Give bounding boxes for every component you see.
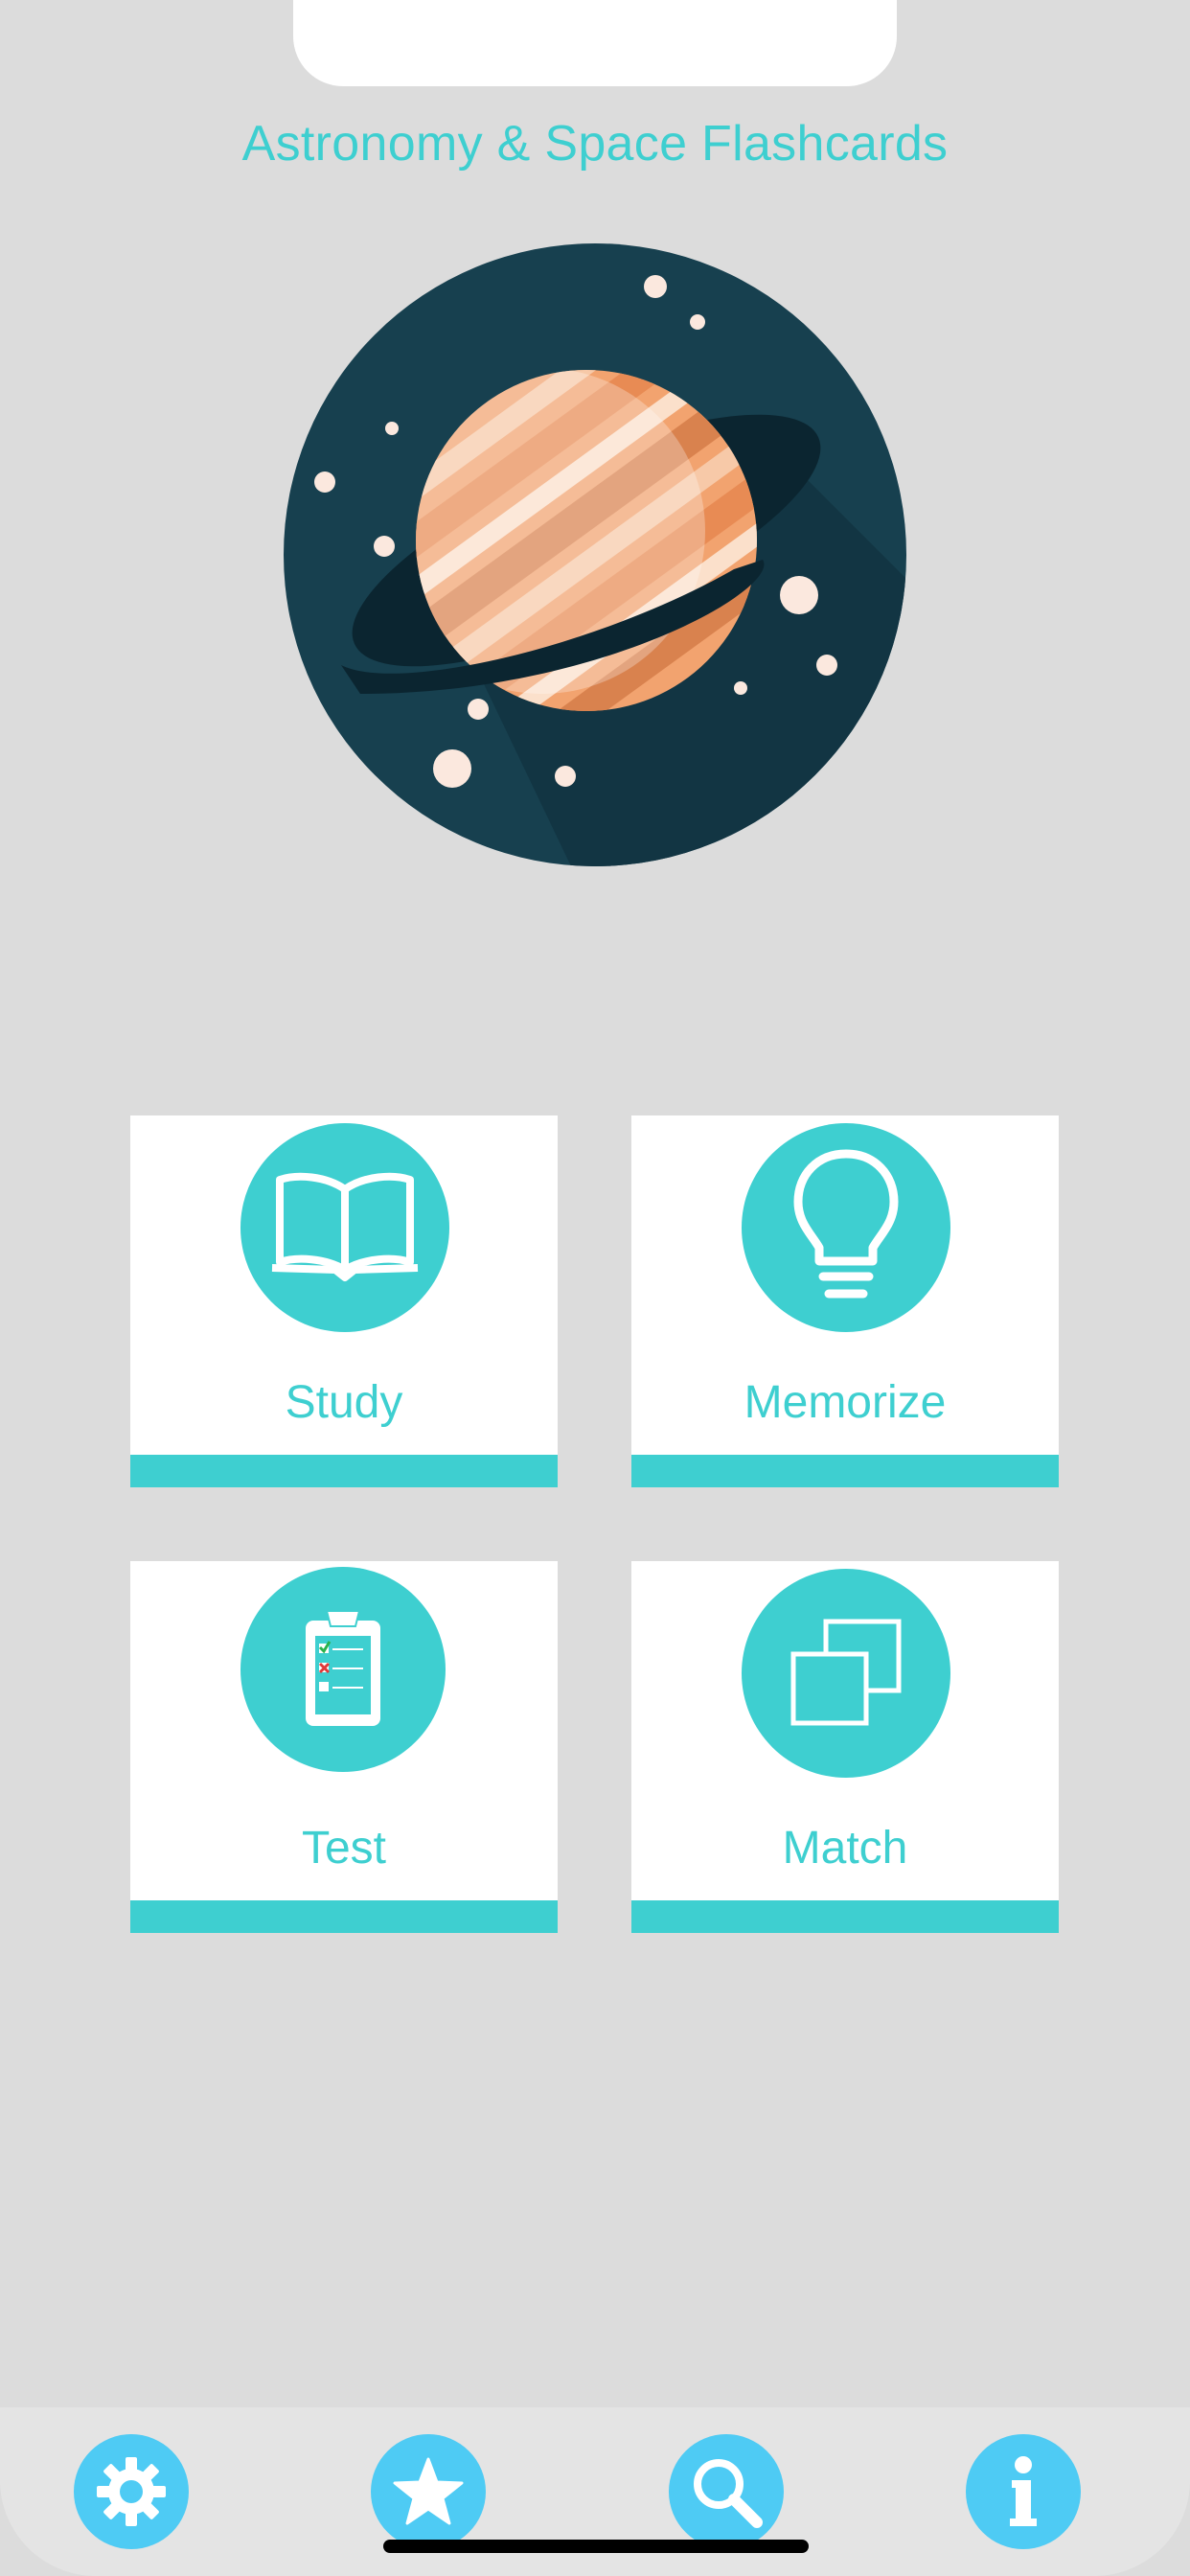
test-label: Test — [301, 1823, 387, 1874]
saturn-illustration-icon — [284, 243, 906, 866]
study-tile[interactable]: Study — [130, 1116, 558, 1487]
lightbulb-icon — [793, 1149, 899, 1299]
info-icon — [1010, 2456, 1037, 2526]
search-icon — [694, 2459, 763, 2528]
app-screen: Astronomy & Space Flashcards Study Memor… — [0, 0, 1190, 2576]
star-icon — [393, 2457, 464, 2525]
memorize-icon-circle — [742, 1123, 950, 1332]
open-book-icon — [271, 1172, 419, 1281]
planet-illustration — [284, 243, 906, 866]
home-indicator — [383, 2540, 809, 2553]
overlapping-squares-icon — [790, 1619, 902, 1726]
settings-tab-button[interactable] — [74, 2434, 189, 2549]
app-title: Astronomy & Space Flashcards — [241, 116, 949, 172]
search-tab-button[interactable] — [669, 2434, 784, 2549]
study-tile-bar — [130, 1455, 558, 1487]
study-icon-circle — [240, 1123, 449, 1332]
match-tile[interactable]: Match — [631, 1561, 1059, 1933]
gear-icon — [97, 2457, 166, 2526]
device-notch — [293, 0, 897, 86]
study-label: Study — [285, 1377, 403, 1428]
match-label: Match — [782, 1823, 908, 1874]
test-icon-circle — [240, 1567, 446, 1772]
match-tile-bar — [631, 1900, 1059, 1933]
test-tile[interactable]: Test — [130, 1561, 558, 1933]
test-tile-bar — [130, 1900, 558, 1933]
memorize-tile-bar — [631, 1455, 1059, 1487]
favorites-tab-button[interactable] — [371, 2434, 486, 2549]
info-tab-button[interactable] — [966, 2434, 1081, 2549]
clipboard-checklist-icon — [306, 1610, 380, 1726]
memorize-tile[interactable]: Memorize — [631, 1116, 1059, 1487]
match-icon-circle — [742, 1569, 950, 1778]
memorize-label: Memorize — [744, 1377, 947, 1428]
